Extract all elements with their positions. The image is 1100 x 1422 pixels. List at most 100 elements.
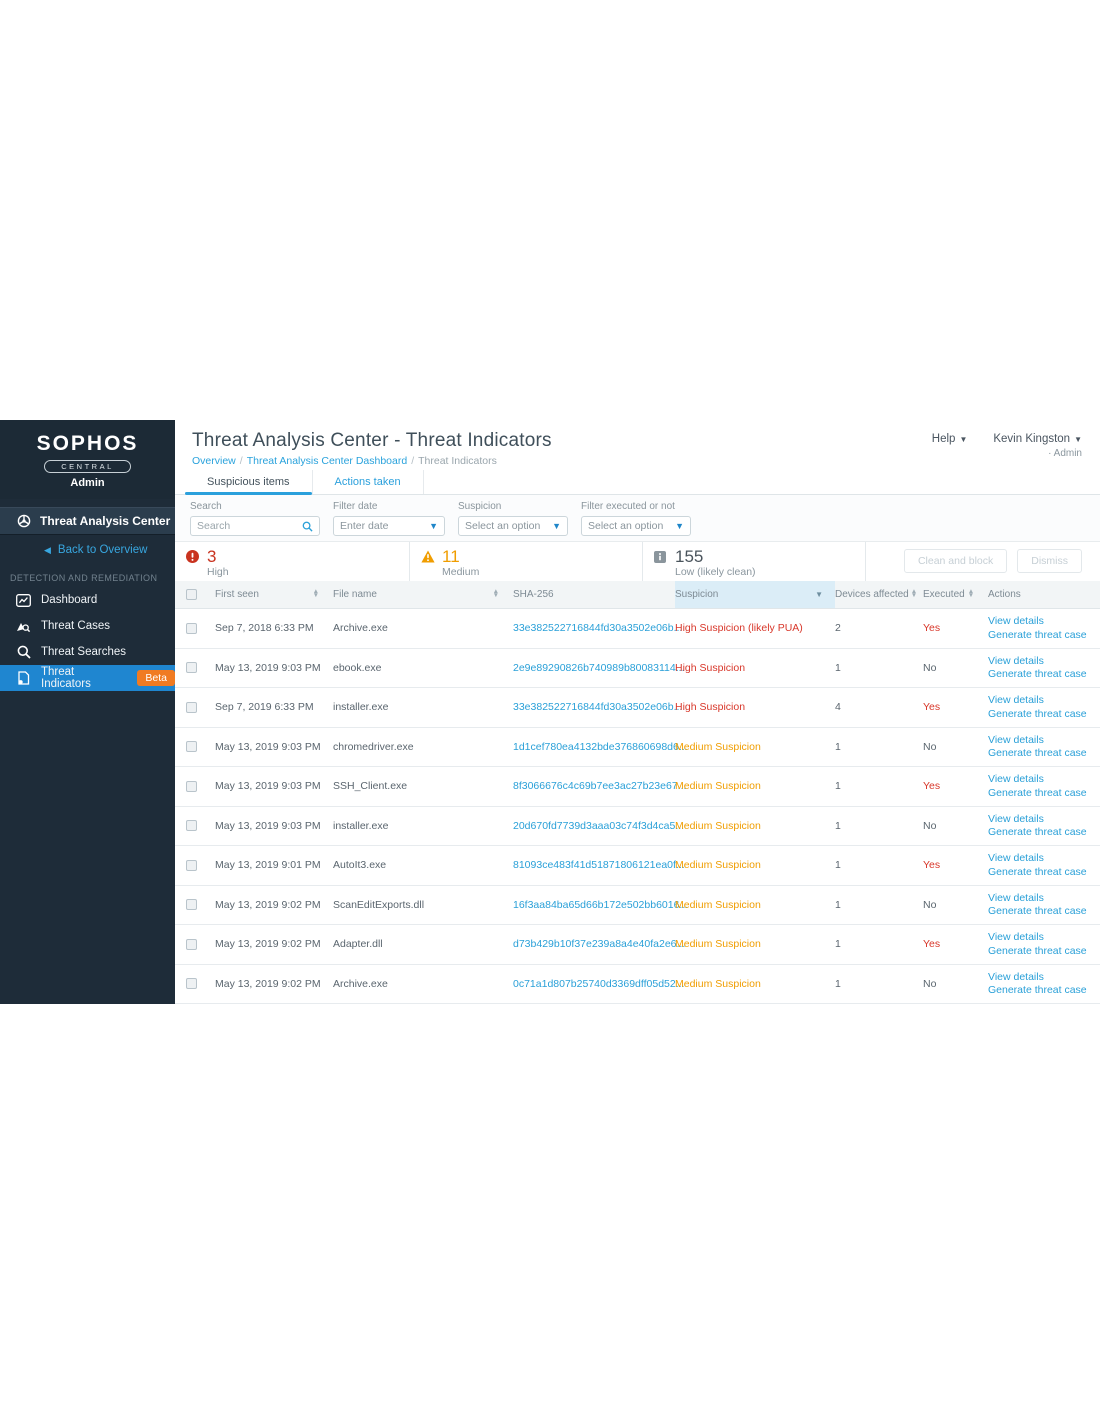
sha256-link[interactable]: 8f3066676c4c69b7ee3ac27b23e67...: [513, 780, 675, 792]
stat-low-label: Low (likely clean): [675, 566, 756, 578]
suspicion-filter-select[interactable]: Select an option▼: [458, 516, 568, 536]
devices-affected-cell: 1: [835, 662, 923, 674]
view-details-link[interactable]: View details: [988, 655, 1100, 668]
breadcrumb-dashboard[interactable]: Threat Analysis Center Dashboard: [247, 455, 408, 467]
devices-affected-cell: 4: [835, 701, 923, 713]
actions-cell: View details Generate threat case: [988, 734, 1100, 760]
user-menu[interactable]: Kevin Kingston▼: [993, 433, 1082, 445]
sort-icon[interactable]: ▲▼: [313, 590, 319, 599]
devices-affected-cell: 1: [835, 741, 923, 753]
view-details-link[interactable]: View details: [988, 931, 1100, 944]
generate-threat-case-link[interactable]: Generate threat case: [988, 945, 1100, 958]
row-checkbox[interactable]: [186, 978, 197, 989]
suspicion-cell: High Suspicion (likely PUA): [675, 622, 835, 634]
column-header-devices-affected[interactable]: Devices affected ▲▼: [835, 581, 923, 608]
executed-filter-select[interactable]: Select an option▼: [581, 516, 691, 536]
sort-icon[interactable]: ▲▼: [968, 590, 974, 599]
view-details-link[interactable]: View details: [988, 734, 1100, 747]
sha256-link[interactable]: 2e9e89290826b740989b80083114...: [513, 662, 675, 674]
actions-cell: View details Generate threat case: [988, 892, 1100, 918]
row-checkbox[interactable]: [186, 623, 197, 634]
sidebar-item-threat-indicators[interactable]: Threat Indicators Beta: [0, 665, 175, 691]
sha256-link[interactable]: 16f3aa84ba65d66b172e502bb6016...: [513, 899, 675, 911]
first-seen-cell: May 13, 2019 9:03 PM: [215, 741, 333, 753]
search-box: [190, 516, 320, 536]
generate-threat-case-link[interactable]: Generate threat case: [988, 668, 1100, 681]
row-checkbox[interactable]: [186, 820, 197, 831]
executed-cell: Yes: [923, 938, 988, 950]
view-details-link[interactable]: View details: [988, 813, 1100, 826]
date-filter-select[interactable]: Enter date▼: [333, 516, 445, 536]
sidebar-item-threat-analysis-center[interactable]: Threat Analysis Center: [0, 507, 175, 535]
chevron-down-icon: ▼: [675, 521, 684, 531]
clean-and-block-button[interactable]: Clean and block: [904, 549, 1007, 573]
column-header-file-name[interactable]: File name ▲▼: [333, 581, 513, 608]
sidebar-item-dashboard[interactable]: Dashboard: [0, 587, 175, 613]
search-icon[interactable]: [302, 521, 313, 532]
generate-threat-case-link[interactable]: Generate threat case: [988, 708, 1100, 721]
devices-affected-cell: 1: [835, 899, 923, 911]
back-to-overview-link[interactable]: ◀ Back to Overview: [0, 535, 175, 565]
sha256-link[interactable]: 1d1cef780ea4132bde376860698d6...: [513, 741, 675, 753]
column-header-first-seen[interactable]: First seen ▲▼: [215, 581, 333, 608]
view-details-link[interactable]: View details: [988, 852, 1100, 865]
tab-suspicious-items[interactable]: Suspicious items: [185, 470, 313, 494]
generate-threat-case-link[interactable]: Generate threat case: [988, 747, 1100, 760]
stat-high-count: 3: [207, 548, 229, 565]
column-header-actions: Actions: [988, 581, 1100, 608]
row-checkbox[interactable]: [186, 939, 197, 950]
view-details-link[interactable]: View details: [988, 773, 1100, 786]
suspicion-cell: High Suspicion: [675, 662, 835, 674]
column-header-executed[interactable]: Executed ▲▼: [923, 581, 988, 608]
sha256-link[interactable]: d73b429b10f37e239a8a4e40fa2e6...: [513, 938, 675, 950]
row-checkbox[interactable]: [186, 662, 197, 673]
breadcrumb-separator: /: [411, 455, 414, 467]
generate-threat-case-link[interactable]: Generate threat case: [988, 787, 1100, 800]
select-all-checkbox[interactable]: [186, 589, 197, 600]
column-header-suspicion[interactable]: Suspicion ▼: [675, 581, 835, 608]
file-name-cell: ebook.exe: [333, 662, 513, 674]
generate-threat-case-link[interactable]: Generate threat case: [988, 826, 1100, 839]
sha256-link[interactable]: 33e382522716844fd30a3502e06b...: [513, 622, 675, 634]
devices-affected-cell: 2: [835, 622, 923, 634]
breadcrumb-overview[interactable]: Overview: [192, 455, 236, 467]
sidebar-item-threat-cases[interactable]: Threat Cases: [0, 613, 175, 639]
sha256-link[interactable]: 33e382522716844fd30a3502e06b...: [513, 701, 675, 713]
generate-threat-case-link[interactable]: Generate threat case: [988, 629, 1100, 642]
sort-icon[interactable]: ▲▼: [493, 590, 499, 599]
sha256-link[interactable]: 20d670fd7739d3aaa03c74f3d4ca5...: [513, 820, 675, 832]
table-row: Sep 7, 2018 6:33 PM Archive.exe 33e38252…: [175, 609, 1100, 649]
actions-cell: View details Generate threat case: [988, 615, 1100, 641]
devices-affected-cell: 1: [835, 938, 923, 950]
file-name-cell: chromedriver.exe: [333, 741, 513, 753]
table-row: Sep 7, 2019 6:33 PM installer.exe 33e382…: [175, 688, 1100, 728]
tab-actions-taken[interactable]: Actions taken: [313, 470, 424, 494]
row-checkbox[interactable]: [186, 899, 197, 910]
sha256-link[interactable]: 0c71a1d807b25740d3369dff05d52...: [513, 978, 675, 990]
generate-threat-case-link[interactable]: Generate threat case: [988, 905, 1100, 918]
view-details-link[interactable]: View details: [988, 892, 1100, 905]
table-row: May 13, 2019 9:01 PM AutoIt3.exe 81093ce…: [175, 846, 1100, 886]
sort-descending-icon[interactable]: ▼: [815, 590, 823, 599]
sidebar-item-threat-searches[interactable]: Threat Searches: [0, 639, 175, 665]
stat-high-label: High: [207, 566, 229, 578]
breadcrumb: Overview /Threat Analysis Center Dashboar…: [192, 455, 552, 467]
generate-threat-case-link[interactable]: Generate threat case: [988, 984, 1100, 997]
sha256-link[interactable]: 81093ce483f41d51871806121ea0f...: [513, 859, 675, 871]
file-name-cell: AutoIt3.exe: [333, 859, 513, 871]
stat-high: 3 High: [175, 542, 410, 581]
view-details-link[interactable]: View details: [988, 971, 1100, 984]
row-checkbox[interactable]: [186, 741, 197, 752]
row-checkbox[interactable]: [186, 781, 197, 792]
generate-threat-case-link[interactable]: Generate threat case: [988, 866, 1100, 879]
row-checkbox[interactable]: [186, 702, 197, 713]
sort-icon[interactable]: ▲▼: [911, 590, 917, 599]
row-checkbox[interactable]: [186, 860, 197, 871]
view-details-link[interactable]: View details: [988, 694, 1100, 707]
help-menu[interactable]: Help▼: [932, 433, 968, 445]
search-input[interactable]: [197, 520, 302, 532]
view-details-link[interactable]: View details: [988, 615, 1100, 628]
sidebar-item-label: Threat Cases: [41, 620, 110, 632]
page-title: Threat Analysis Center - Threat Indicato…: [192, 430, 552, 452]
dismiss-button[interactable]: Dismiss: [1017, 549, 1082, 573]
